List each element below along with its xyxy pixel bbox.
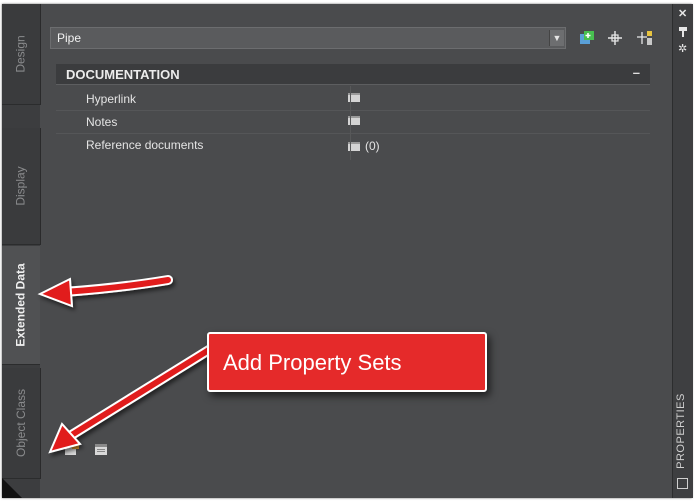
settings-icon[interactable]: ✲ [678, 44, 687, 55]
palette-title: PROPERTIES [675, 393, 687, 469]
tab-object-class[interactable]: Object Class [2, 368, 41, 479]
tab-strip: Design Display Extended Data Object Clas… [2, 4, 41, 498]
callout-text: Add Property Sets [223, 350, 402, 375]
tab-extended-data[interactable]: Extended Data [2, 246, 40, 365]
properties-icon [677, 478, 688, 489]
tab-design[interactable]: Design [2, 4, 41, 105]
select-objects-icon[interactable] [578, 29, 596, 47]
tab-design-label: Design [13, 35, 28, 73]
tab-extended-data-label: Extended Data [14, 263, 29, 347]
quick-select-icon[interactable] [636, 29, 654, 47]
property-row-notes: Notes [56, 111, 650, 134]
tab-object-class-label: Object Class [14, 388, 28, 458]
palette-title-bar: ✕ ✲ PROPERTIES [672, 4, 693, 498]
reference-documents-value-button[interactable]: (0) [348, 139, 380, 153]
column-divider [350, 86, 351, 160]
property-name: Notes [86, 115, 118, 129]
collapse-icon[interactable]: – [633, 65, 640, 80]
close-icon[interactable]: ✕ [678, 9, 687, 20]
object-type-dropdown[interactable]: Pipe ▼ [50, 27, 566, 49]
tab-display[interactable]: Display [2, 128, 41, 245]
corner-grip-icon [2, 478, 22, 498]
object-type-value: Pipe [57, 31, 82, 45]
add-property-sets-icon[interactable] [64, 442, 80, 456]
property-name: Reference documents [86, 138, 204, 152]
chevron-down-icon: ▼ [549, 30, 564, 46]
tab-display-label: Display [14, 166, 29, 206]
property-row-reference-documents: Reference documents (0) [56, 134, 650, 156]
category-header-documentation[interactable]: DOCUMENTATION – [56, 64, 650, 85]
property-value: (0) [365, 139, 380, 153]
property-name: Hyperlink [86, 92, 137, 106]
callout-add-property-sets: Add Property Sets [207, 332, 487, 392]
property-row-hyperlink: Hyperlink [56, 88, 650, 111]
edit-property-sets-icon[interactable] [94, 442, 110, 456]
pick-add-icon[interactable] [606, 29, 624, 47]
category-title: DOCUMENTATION [66, 67, 180, 82]
pin-icon[interactable] [678, 26, 688, 37]
